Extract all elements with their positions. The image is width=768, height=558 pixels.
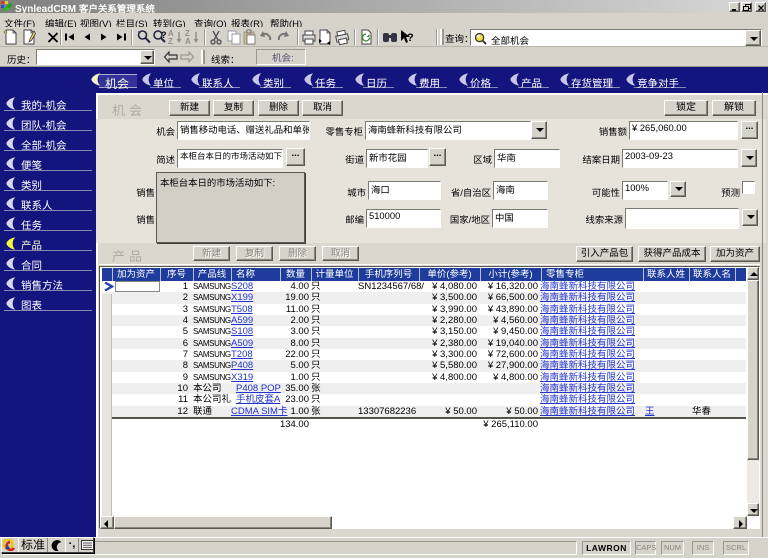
svg-text:A: A (185, 37, 191, 45)
svg-text:?: ? (161, 30, 167, 40)
svg-text:Z: Z (168, 37, 173, 45)
svg-text:?: ? (407, 32, 414, 44)
